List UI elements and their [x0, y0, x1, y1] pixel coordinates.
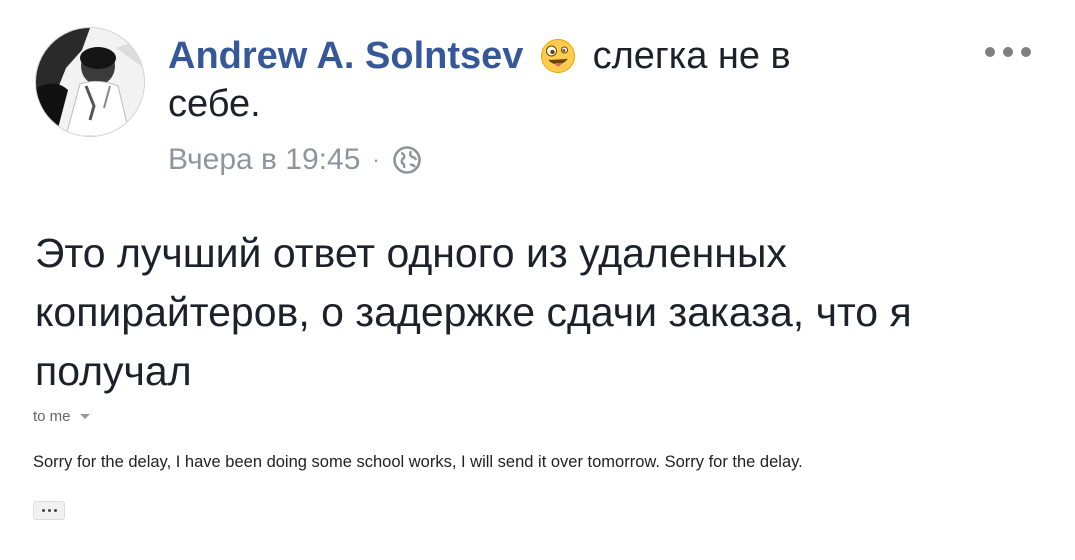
ellipsis-dot: [47, 509, 51, 512]
ellipsis-dot: [985, 47, 995, 57]
zany-face-emoji-icon: [540, 38, 576, 74]
ellipsis-dot: [53, 509, 57, 512]
ellipsis-dot: [1021, 47, 1031, 57]
post-body-text: Это лучший ответ одного из удаленных коп…: [35, 230, 912, 394]
post-timestamp-link[interactable]: Вчера в 19:45: [168, 143, 360, 177]
caret-down-icon: [79, 414, 90, 419]
post-options-ellipsis-icon[interactable]: [985, 40, 1031, 64]
globe-icon[interactable]: [392, 145, 422, 175]
ellipsis-dot: [1003, 47, 1013, 57]
post-header: Andrew A. Solntsev слегка не в себе.: [168, 32, 868, 128]
ellipsis-dot: [41, 509, 45, 512]
meta-separator: ·: [372, 147, 380, 172]
author-name-link[interactable]: Andrew A. Solntsev: [168, 35, 523, 77]
email-recipient-label: to me: [33, 408, 71, 425]
email-recipient-dropdown[interactable]: to me: [33, 408, 90, 425]
show-trimmed-content-icon[interactable]: [33, 501, 65, 520]
avatar[interactable]: [35, 27, 145, 137]
email-body-text: Sorry for the delay, I have been doing s…: [33, 453, 803, 471]
post-meta: Вчера в 19:45 ·: [168, 140, 422, 180]
